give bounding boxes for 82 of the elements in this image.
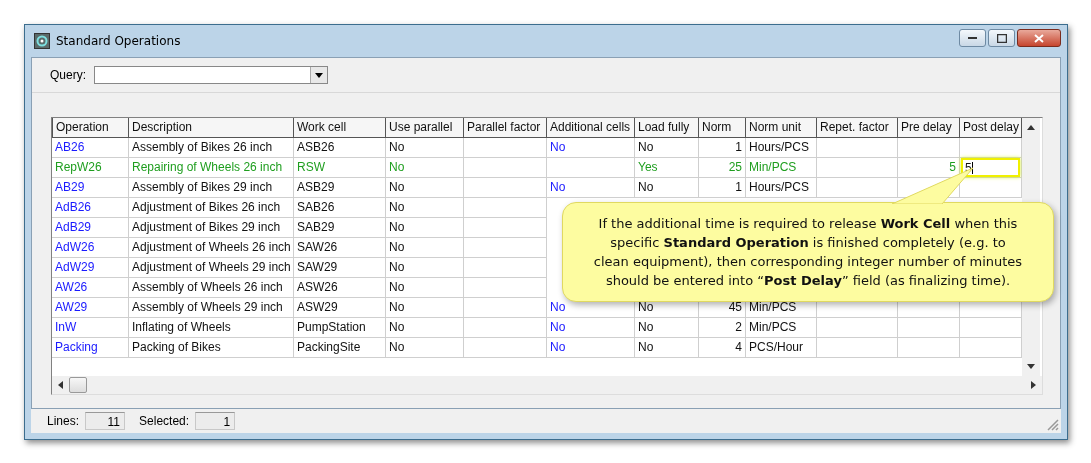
callout-text: If the additional time is required to release Work Cell when this specific Standard Operation is finished completely (e.g. to clean equipment), then corresponding integer number of minutes should be entered into “Post Delay” field (as finalizing time). bbox=[592, 215, 1024, 290]
table-cell: AW29 bbox=[52, 298, 129, 318]
table-cell: No bbox=[386, 138, 464, 158]
status-value: 11 bbox=[85, 412, 126, 430]
table-cell: 4 bbox=[699, 338, 746, 358]
table-cell: No bbox=[386, 338, 464, 358]
table-cell: ASW29 bbox=[294, 298, 386, 318]
column-header[interactable]: Work cell bbox=[294, 118, 386, 138]
column-header[interactable]: Description bbox=[129, 118, 294, 138]
table-cell: No bbox=[386, 298, 464, 318]
table-cell: Assembly of Bikes 29 inch bbox=[129, 178, 294, 198]
table-cell: No bbox=[547, 138, 635, 158]
table-cell: No bbox=[386, 318, 464, 338]
table-cell: Adjustment of Wheels 29 inch bbox=[129, 258, 294, 278]
table-cell: 1 bbox=[699, 138, 746, 158]
table-cell: Packing bbox=[52, 338, 129, 358]
table-cell: Adjustment of Bikes 26 inch bbox=[129, 198, 294, 218]
table-cell: No bbox=[547, 178, 635, 198]
column-header[interactable]: Norm unit bbox=[746, 118, 817, 138]
table-cell: RSW bbox=[294, 158, 386, 178]
column-header[interactable]: Post delay bbox=[960, 118, 1022, 138]
table-cell: Min/PCS bbox=[746, 318, 817, 338]
table-cell: AdB26 bbox=[52, 198, 129, 218]
table-cell: No bbox=[386, 178, 464, 198]
query-label: Query: bbox=[50, 68, 86, 82]
table-cell: Adjustment of Bikes 29 inch bbox=[129, 218, 294, 238]
table-cell: No bbox=[635, 138, 699, 158]
table-cell: Yes bbox=[635, 158, 699, 178]
table-cell: SAB26 bbox=[294, 198, 386, 218]
table-cell: SAW26 bbox=[294, 238, 386, 258]
column-header[interactable]: Additional cells bbox=[547, 118, 635, 138]
column-header[interactable]: Operation bbox=[52, 118, 129, 138]
table-cell: Hours/PCS bbox=[746, 138, 817, 158]
table-cell: PumpStation bbox=[294, 318, 386, 338]
table-cell: Min/PCS bbox=[746, 158, 817, 178]
table-cell: 25 bbox=[699, 158, 746, 178]
column-header[interactable]: Use parallel bbox=[386, 118, 464, 138]
status-label: Selected: bbox=[139, 414, 190, 428]
status-label: Lines: bbox=[47, 414, 80, 428]
table-cell: No bbox=[386, 258, 464, 278]
table-cell: Assembly of Wheels 26 inch bbox=[129, 278, 294, 298]
table-cell: ASB29 bbox=[294, 178, 386, 198]
table-cell: Assembly of Wheels 29 inch bbox=[129, 298, 294, 318]
column-header[interactable]: Parallel factor bbox=[464, 118, 547, 138]
table-cell: InW bbox=[52, 318, 129, 338]
table-cell: No bbox=[386, 278, 464, 298]
table-cell: AdB29 bbox=[52, 218, 129, 238]
table-cell: RepW26 bbox=[52, 158, 129, 178]
table-cell: Adjustment of Wheels 26 inch bbox=[129, 238, 294, 258]
table-cell: Assembly of Bikes 26 inch bbox=[129, 138, 294, 158]
table-cell: No bbox=[386, 198, 464, 218]
table-cell: Inflating of Wheels bbox=[129, 318, 294, 338]
table-cell: No bbox=[547, 338, 635, 358]
table-cell: Packing of Bikes bbox=[129, 338, 294, 358]
table-cell: No bbox=[547, 318, 635, 338]
table-cell: AdW26 bbox=[52, 238, 129, 258]
table-cell: AdW29 bbox=[52, 258, 129, 278]
table-cell: 1 bbox=[699, 178, 746, 198]
column-header[interactable]: Norm bbox=[699, 118, 746, 138]
table-cell: PackingSite bbox=[294, 338, 386, 358]
table-cell: AW26 bbox=[52, 278, 129, 298]
table-cell: AB29 bbox=[52, 178, 129, 198]
status-value: 1 bbox=[195, 412, 236, 430]
table-cell: ASB26 bbox=[294, 138, 386, 158]
table-cell: SAB29 bbox=[294, 218, 386, 238]
table-cell: No bbox=[635, 338, 699, 358]
table-cell: No bbox=[386, 158, 464, 178]
column-header[interactable]: Pre delay bbox=[898, 118, 960, 138]
table-cell: AB26 bbox=[52, 138, 129, 158]
table-cell: ASW26 bbox=[294, 278, 386, 298]
table-cell: 2 bbox=[699, 318, 746, 338]
column-header[interactable]: Load fully bbox=[635, 118, 699, 138]
table-cell: Repairing of Wheels 26 inch bbox=[129, 158, 294, 178]
table-cell: No bbox=[386, 238, 464, 258]
table-cell: Hours/PCS bbox=[746, 178, 817, 198]
table-cell: No bbox=[635, 178, 699, 198]
table-cell: No bbox=[386, 218, 464, 238]
table-cell: PCS/Hour bbox=[746, 338, 817, 358]
table-cell: No bbox=[635, 318, 699, 338]
table-cell: SAW29 bbox=[294, 258, 386, 278]
window-title: Standard Operations bbox=[56, 34, 181, 48]
column-header[interactable]: Repet. factor bbox=[817, 118, 898, 138]
